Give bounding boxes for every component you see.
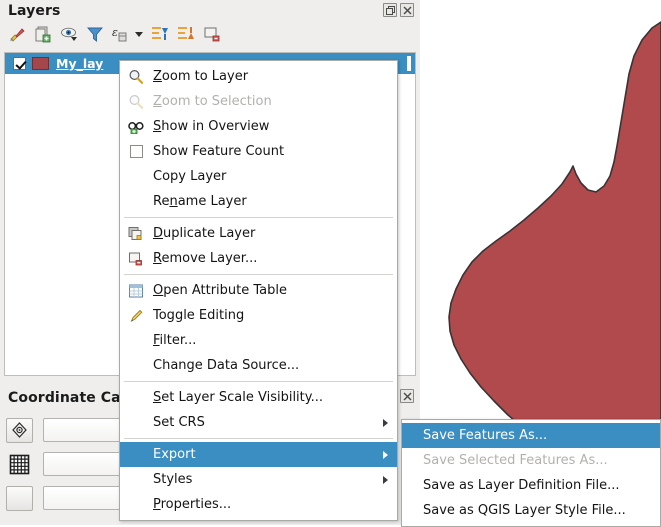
float-panel-icon[interactable] [383,3,397,17]
layers-panel-window-buttons [383,3,414,17]
submenu-item-label: Save as QGIS Layer Style File... [423,503,626,518]
menu-item-label: Show Feature Count [153,144,285,159]
close-icon[interactable] [400,3,414,17]
menu-item-label: Styles [153,472,193,487]
remove-layer-icon [127,250,145,268]
menu-item-label: Zoom to Layer [153,69,249,84]
submenu-item-save-as-qgis-layer-style-file[interactable]: Save as QGIS Layer Style File... [402,498,660,523]
menu-item-label: Export [153,447,196,462]
menu-item-remove-layer[interactable]: Remove Layer... [120,246,397,271]
crosshair-icon[interactable] [6,417,33,443]
submenu-item-save-selected-features-as: Save Selected Features As... [402,448,660,473]
submenu-item-label: Save Selected Features As... [423,453,608,468]
menu-item-label: Set CRS [153,415,205,430]
layers-toolbar: ε [0,22,420,46]
menu-item-export[interactable]: Export [120,442,397,467]
menu-item-filter[interactable]: Filter... [120,328,397,353]
layer-symbol-swatch [32,57,49,70]
menu-separator [124,274,393,275]
menu-item-label: Set Layer Scale Visibility... [153,390,324,405]
grid-icon[interactable] [6,452,33,477]
menu-item-toggle-editing[interactable]: Toggle Editing [120,303,397,328]
no-icon [127,389,145,407]
submenu-item-label: Save Features As... [423,428,548,443]
zoom-to-selection-icon [127,93,145,111]
submenu-item-label: Save as Layer Definition File... [423,478,620,493]
no-icon [127,414,145,432]
menu-item-label: Open Attribute Table [153,283,288,298]
submenu-item-save-features-as[interactable]: Save Features As... [402,423,660,448]
menu-item-label: Zoom to Selection [153,94,272,109]
menu-separator [124,381,393,382]
no-icon [127,446,145,464]
menu-item-show-feature-count[interactable]: Show Feature Count [120,139,397,164]
menu-separator [124,217,393,218]
menu-item-styles[interactable]: Styles [120,467,397,492]
export-submenu[interactable]: Save Features As... Save Selected Featur… [401,419,661,527]
layer-context-menu[interactable]: Zoom to Layer Zoom to Selection Show in … [119,60,398,521]
submenu-item-save-as-layer-definition-file[interactable]: Save as Layer Definition File... [402,473,660,498]
menu-item-label: Show in Overview [153,119,270,134]
menu-item-label: Duplicate Layer [153,226,256,241]
layer-name-label: My_lay [56,56,104,71]
expand-all-icon[interactable] [150,25,169,44]
close-icon[interactable] [400,389,414,403]
menu-item-set-crs[interactable]: Set CRS [120,410,397,435]
menu-item-label: Remove Layer... [153,251,258,266]
no-icon [127,357,145,375]
menu-item-zoom-to-selection: Zoom to Selection [120,89,397,114]
chevron-right-icon [383,450,388,459]
filter-icon[interactable] [85,25,104,44]
menu-separator [124,438,393,439]
no-icon [127,193,145,211]
menu-item-copy-layer[interactable]: Copy Layer [120,164,397,189]
menu-item-label: Properties... [153,497,232,512]
menu-item-label: Toggle Editing [153,308,245,323]
eye-icon[interactable] [59,25,78,44]
no-icon [127,332,145,350]
page-title: Layers [8,3,61,19]
coordinate-capture-extra-button[interactable] [6,485,33,511]
paintbrush-icon[interactable] [7,25,26,44]
menu-item-change-data-source[interactable]: Change Data Source... [120,353,397,378]
expression-filter-icon[interactable]: ε [111,25,130,44]
svg-text:ε: ε [112,26,118,39]
menu-item-label: Change Data Source... [153,358,300,373]
layers-panel-title-bar: Layers [0,0,420,22]
menu-item-duplicate-layer[interactable]: Duplicate Layer [120,221,397,246]
layer-row-edit-caret [407,56,411,71]
no-icon [127,496,145,514]
menu-item-show-in-overview[interactable]: Show in Overview [120,114,397,139]
zoom-to-layer-icon [127,68,145,86]
no-icon [127,168,145,186]
no-icon [127,471,145,489]
menu-item-set-layer-scale-visibility[interactable]: Set Layer Scale Visibility... [120,385,397,410]
chevron-right-icon [383,475,388,484]
duplicate-layer-icon [127,225,145,243]
chevron-right-icon [383,418,388,427]
checkbox-icon[interactable] [127,143,145,161]
add-group-icon[interactable] [33,25,52,44]
chevron-down-icon[interactable] [135,31,143,37]
pencil-icon [127,307,145,325]
collapse-all-icon[interactable] [176,25,195,44]
menu-item-open-attribute-table[interactable]: Open Attribute Table [120,278,397,303]
menu-item-properties[interactable]: Properties... [120,492,397,517]
attribute-table-icon [127,282,145,300]
layer-visibility-checkbox[interactable] [13,57,26,70]
show-in-overview-icon [127,118,145,136]
menu-item-label: Filter... [153,333,197,348]
menu-item-rename-layer[interactable]: Rename Layer [120,189,397,214]
menu-item-label: Rename Layer [153,194,247,209]
menu-item-zoom-to-layer[interactable]: Zoom to Layer [120,64,397,89]
menu-item-label: Copy Layer [153,169,227,184]
remove-layer-icon[interactable] [202,25,221,44]
